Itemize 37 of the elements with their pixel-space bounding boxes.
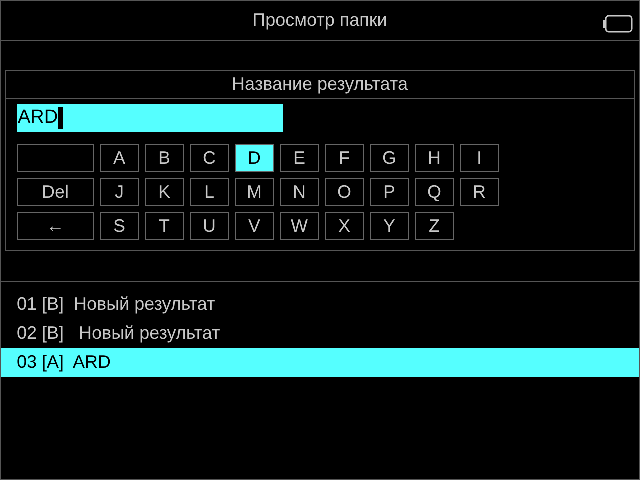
keyboard-key[interactable]: Y [370,212,409,240]
keyboard-key[interactable]: G [370,144,409,172]
keyboard-key[interactable]: J [100,178,139,206]
keyboard-key[interactable]: H [415,144,454,172]
keyboard-key[interactable]: W [280,212,319,240]
result-item[interactable]: 03 [A] ARD [1,348,639,377]
keyboard-key[interactable] [17,144,94,172]
keyboard-key[interactable]: K [145,178,184,206]
keyboard-key[interactable]: Del [17,178,94,206]
dialog-title: Название результата [232,74,408,94]
keyboard-key[interactable]: C [190,144,229,172]
keyboard-key[interactable]: Z [415,212,454,240]
keyboard-key[interactable]: Q [415,178,454,206]
keyboard-key[interactable]: U [190,212,229,240]
keyboard-key[interactable]: P [370,178,409,206]
keyboard-key[interactable]: N [280,178,319,206]
result-item[interactable]: 01 [B] Новый результат [1,290,639,319]
keyboard-key[interactable]: R [460,178,499,206]
keyboard-key[interactable]: S [100,212,139,240]
screen-title: Просмотр папки [252,9,388,32]
keyboard-key[interactable]: V [235,212,274,240]
keyboard-key[interactable]: B [145,144,184,172]
battery-icon [603,15,633,34]
text-cursor [58,107,64,129]
keyboard-key[interactable]: L [190,178,229,206]
keyboard-key[interactable]: D [235,144,274,172]
result-item[interactable]: 02 [B] Новый результат [1,319,639,348]
keyboard-key[interactable]: A [100,144,139,172]
keyboard-key[interactable]: F [325,144,364,172]
keyboard-key[interactable]: ← [17,212,94,240]
keyboard-key[interactable]: T [145,212,184,240]
keyboard-key[interactable]: O [325,178,364,206]
keyboard-key[interactable]: I [460,144,499,172]
keyboard-key[interactable]: E [280,144,319,172]
keyboard-key[interactable]: M [235,178,274,206]
name-input-field[interactable]: ARD [17,104,283,132]
keyboard-key[interactable]: X [325,212,364,240]
